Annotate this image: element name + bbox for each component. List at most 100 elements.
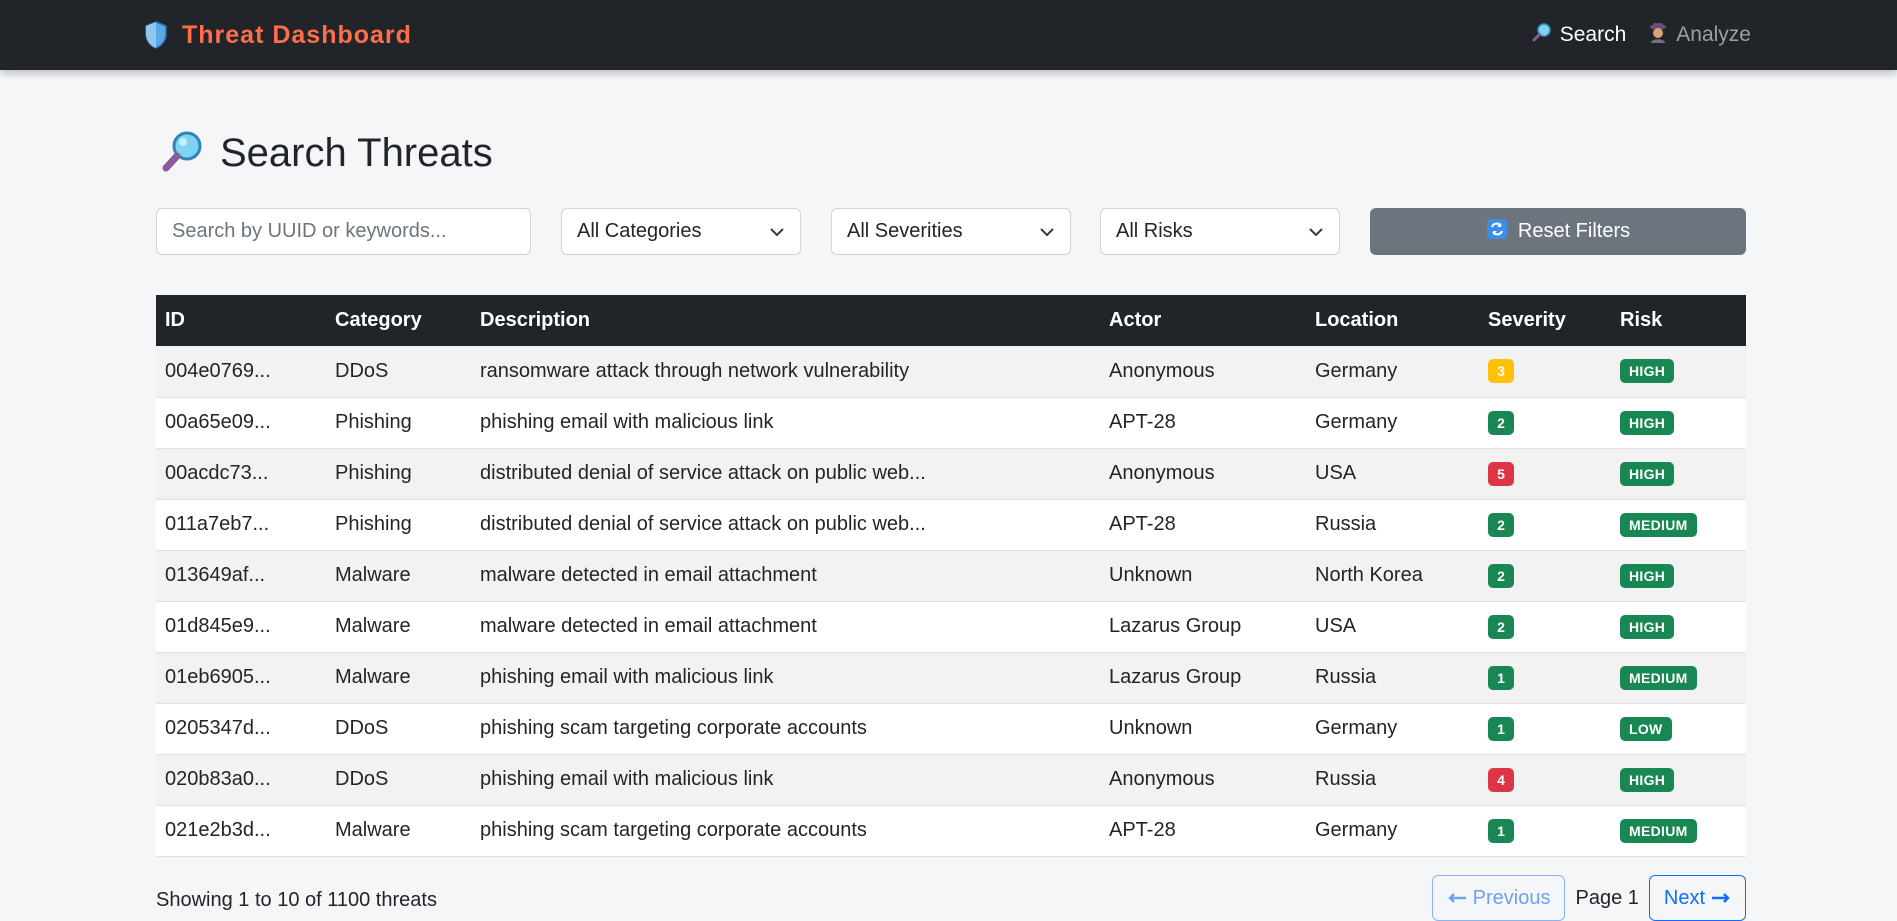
severity-select[interactable]: All Severities [831, 208, 1071, 255]
cell-severity: 2 [1479, 499, 1611, 550]
cell-category: Phishing [335, 411, 412, 433]
brand[interactable]: Threat Dashboard [144, 18, 412, 52]
cell-actor: Unknown [1109, 564, 1193, 586]
search-input[interactable] [156, 208, 531, 255]
risk-badge: HIGH [1620, 410, 1675, 435]
previous-label: Previous [1472, 886, 1551, 909]
chevron-down-icon [1039, 220, 1055, 243]
chevron-down-icon [769, 220, 785, 243]
category-select-value: All Categories [577, 220, 702, 242]
cell-description: distributed denial of service attack on … [480, 462, 926, 484]
category-select[interactable]: All Categories [561, 208, 801, 255]
cell-id: 00a65e09... [165, 411, 271, 433]
risk-badge: MEDIUM [1620, 818, 1697, 843]
cell-category: Phishing [335, 462, 412, 484]
page-heading: Search Threats [220, 130, 493, 175]
cell-location: Germany [1315, 359, 1398, 382]
nav-link-label: Search [1559, 23, 1627, 46]
threats-table: ID Category Description Actor Location S… [156, 295, 1746, 857]
cell-location: Germany [1315, 411, 1398, 433]
cell-risk: HIGH [1611, 550, 1746, 601]
cell-description: phishing email with malicious link [480, 411, 774, 433]
cell-category: DDoS [335, 717, 389, 739]
cell-category: Malware [335, 564, 411, 586]
reset-filters-label: Reset Filters [1517, 220, 1631, 242]
header-risk[interactable]: Risk [1611, 295, 1746, 346]
nav-links: Search Analyze [1532, 20, 1751, 50]
header-location[interactable]: Location [1306, 295, 1479, 346]
refresh-icon [1486, 218, 1508, 246]
nav-link-search[interactable]: Search [1532, 22, 1627, 48]
cell-severity: 4 [1479, 754, 1611, 805]
table-row[interactable]: 00a65e09... Phishing phishing email with m… [156, 397, 1746, 448]
cell-category: Malware [335, 666, 411, 688]
cell-location: USA [1315, 615, 1357, 637]
cell-risk: MEDIUM [1611, 652, 1746, 703]
magnifier-icon [162, 130, 204, 177]
severity-badge: 3 [1488, 359, 1514, 384]
severity-badge: 5 [1488, 461, 1514, 486]
risk-badge: HIGH [1620, 461, 1675, 486]
cell-category: Malware [335, 819, 411, 841]
header-actor[interactable]: Actor [1100, 295, 1306, 346]
table-body: 004e0769... DDoS ransomware attack through… [156, 346, 1746, 856]
risk-badge: HIGH [1620, 767, 1675, 792]
previous-button[interactable]: Previous [1431, 875, 1566, 921]
cell-location: Russia [1315, 513, 1377, 535]
cell-severity: 1 [1479, 703, 1611, 754]
risk-badge: HIGH [1620, 359, 1675, 384]
reset-filters-button[interactable]: Reset Filters [1370, 208, 1746, 255]
cell-description: ransomware attack through network vulner… [480, 359, 910, 382]
header-category[interactable]: Category [326, 295, 471, 346]
severity-badge: 1 [1488, 716, 1514, 741]
cell-description: phishing email with malicious link [480, 768, 774, 790]
cell-severity: 5 [1479, 448, 1611, 499]
nav-link-analyze[interactable]: Analyze [1648, 21, 1751, 49]
table-row[interactable]: 013649af... Malware malware detected in em… [156, 550, 1746, 601]
cell-id: 011a7eb7... [165, 513, 270, 535]
risk-badge: HIGH [1620, 614, 1675, 639]
pager: Previous Page 1 Next [1431, 875, 1746, 921]
cell-id: 01d845e9... [165, 615, 271, 637]
detective-icon [1648, 21, 1668, 49]
cell-id: 004e0769... [165, 359, 271, 382]
magnifier-icon [1532, 22, 1552, 48]
cell-risk: HIGH [1611, 448, 1746, 499]
shield-icon [144, 20, 170, 50]
next-button[interactable]: Next [1648, 875, 1746, 921]
cell-description: phishing email with malicious link [480, 666, 774, 688]
next-label: Next [1663, 886, 1705, 909]
cell-actor: Lazarus Group [1109, 666, 1242, 688]
table-row[interactable]: 00acdc73... Phishing distributed denial of… [156, 448, 1746, 499]
arrow-left-icon [1447, 887, 1467, 910]
arrow-right-icon [1711, 887, 1731, 910]
cell-severity: 1 [1479, 805, 1611, 856]
cell-id: 0205347d... [165, 717, 271, 739]
table-row[interactable]: 01d845e9... Malware malware detected in em… [156, 601, 1746, 652]
cell-category: DDoS [335, 768, 389, 790]
cell-actor: APT-28 [1109, 819, 1176, 841]
cell-location: Germany [1315, 819, 1398, 841]
cell-id: 00acdc73... [165, 462, 269, 484]
cell-risk: LOW [1611, 703, 1746, 754]
cell-actor: APT-28 [1109, 411, 1176, 433]
header-description[interactable]: Description [471, 295, 1100, 346]
cell-risk: MEDIUM [1611, 499, 1746, 550]
table-row[interactable]: 011a7eb7... Phishing distributed denial of… [156, 499, 1746, 550]
risk-select[interactable]: All Risks [1100, 208, 1340, 255]
table-row[interactable]: 0205347d... DDoS phishing scam targeting c… [156, 703, 1746, 754]
table-row[interactable]: 004e0769... DDoS ransomware attack through… [156, 346, 1746, 397]
risk-badge: MEDIUM [1620, 512, 1697, 537]
table-row[interactable]: 020b83a0... DDoS phishing email with malic… [156, 754, 1746, 805]
table-row[interactable]: 01eb6905... Malware phishing email with ma… [156, 652, 1746, 703]
cell-description: distributed denial of service attack on … [480, 513, 926, 535]
table-row[interactable]: 021e2b3d... Malware phishing scam targetin… [156, 805, 1746, 856]
threats-table-container: ID Category Description Actor Location S… [156, 295, 1746, 857]
pagination-footer: Showing 1 to 10 of 1100 threats Previous… [156, 875, 1746, 921]
header-id[interactable]: ID [156, 295, 326, 346]
brand-title: Threat Dashboard [182, 20, 412, 49]
filter-bar: All Categories All Severities All Risks … [156, 208, 1746, 255]
cell-location: Russia [1315, 768, 1377, 790]
cell-actor: Lazarus Group [1109, 615, 1242, 637]
header-severity[interactable]: Severity [1479, 295, 1611, 346]
